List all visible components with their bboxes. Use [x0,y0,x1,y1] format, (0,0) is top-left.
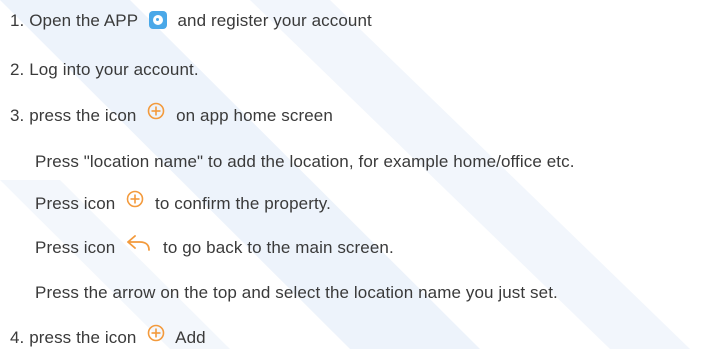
step-1-text-before: 1. Open the APP [10,11,138,30]
step-3-sub-2: Press icon to confirm the property. [35,190,331,216]
step-3-sub-2-text-before: Press icon [35,194,116,213]
step-3-sub-3: Press icon to go back to the main screen… [35,234,394,260]
step-4-text-after: Add [175,328,206,347]
step-3-sub-3-text-after: to go back to the main screen. [163,238,394,257]
step-1-text-after: and register your account [177,11,372,30]
step-2: 2. Log into your account. [10,58,199,82]
step-3-text-before: 3. press the icon [10,106,137,125]
step-3-sub-3-text-before: Press icon [35,238,116,257]
step-3-sub-1-text: Press "location name" to add the locatio… [35,152,575,171]
step-3-sub-1: Press "location name" to add the locatio… [35,150,575,174]
step-3-sub-4: Press the arrow on the top and select th… [35,281,558,305]
plus-circle-icon [126,190,144,215]
step-3-sub-4-text: Press the arrow on the top and select th… [35,283,558,302]
step-3: 3. press the icon on app home screen [10,102,333,128]
plus-circle-icon [147,324,165,349]
step-3-sub-2-text-after: to confirm the property. [155,194,331,213]
step-2-text: 2. Log into your account. [10,60,199,79]
step-4-text-before: 4. press the icon [10,328,137,347]
step-1: 1. Open the APP and register your accoun… [10,9,372,33]
back-arrow-icon [126,234,152,259]
plus-circle-icon [147,102,165,127]
step-4: 4. press the icon Add [10,324,206,350]
app-icon [148,10,167,29]
step-3-text-after: on app home screen [176,106,333,125]
instructions: 1. Open the APP and register your accoun… [0,0,726,349]
